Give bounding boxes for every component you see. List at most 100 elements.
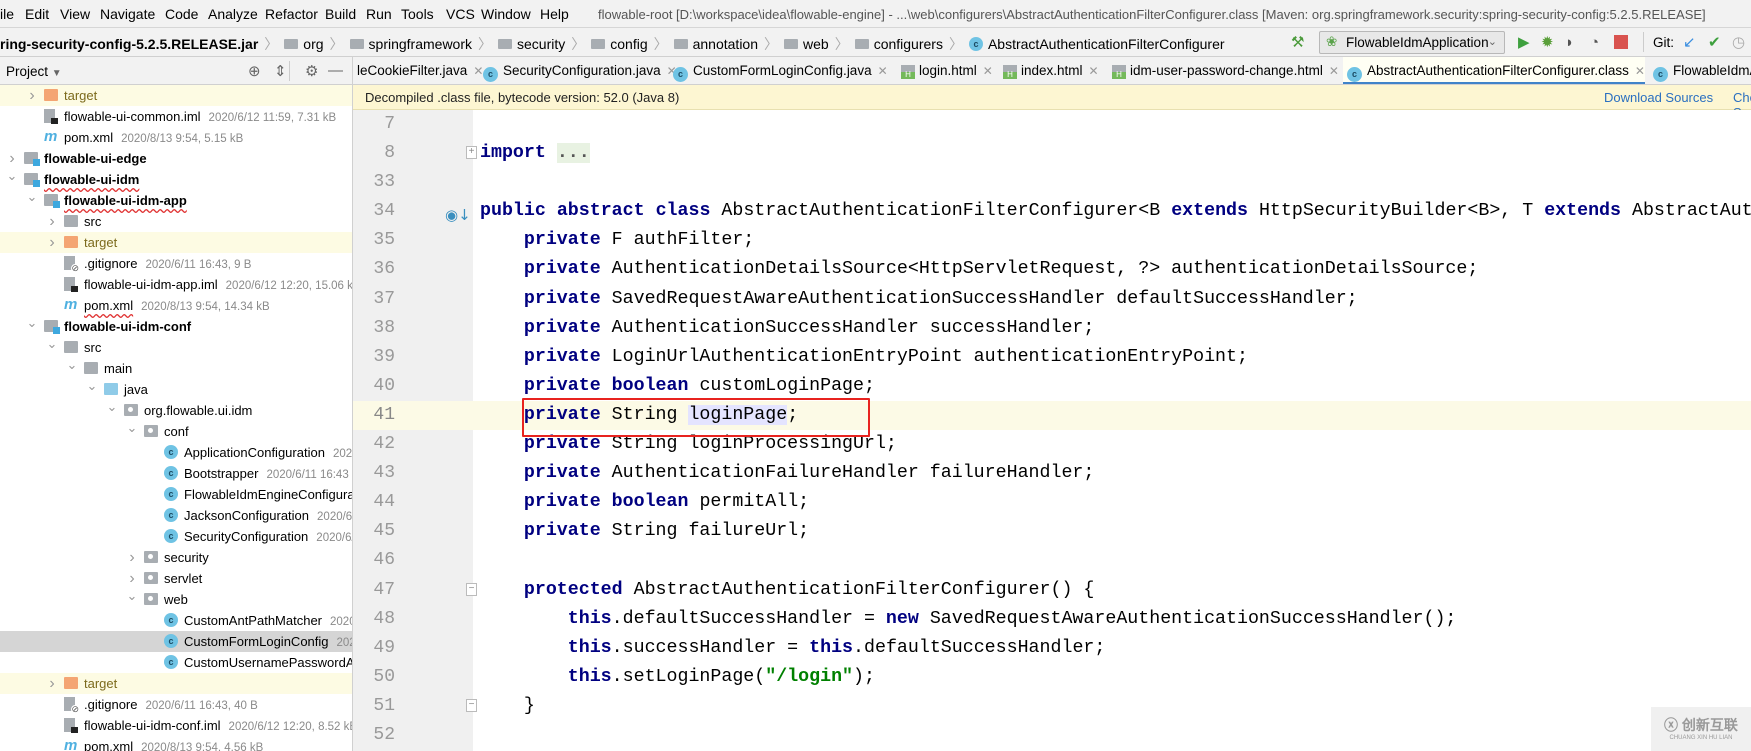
tree-item[interactable]: › target	[0, 673, 352, 694]
tab-customformloginconfig-java[interactable]: c CustomFormLoginConfig.java ✕	[669, 57, 888, 84]
chevron-right-icon[interactable]: ›	[46, 211, 58, 232]
tree-item[interactable]: ⌄ flowable-ui-idm	[0, 168, 352, 190]
profile-icon[interactable]: ◔	[1590, 34, 1599, 51]
gear-icon[interactable]: ⚙	[305, 62, 318, 80]
close-icon[interactable]: ✕	[983, 64, 993, 78]
breadcrumb-item[interactable]: 〉 annotation	[648, 34, 758, 54]
close-icon[interactable]: ✕	[1329, 64, 1339, 78]
tree-item[interactable]: c CustomUsernamePasswordAuthenticationFil…	[0, 652, 352, 673]
tree-item[interactable]: ⌄ org.flowable.ui.idm	[0, 399, 352, 421]
tree-item[interactable]: c ApplicationConfiguration 2020/6/11 16:43	[0, 442, 352, 463]
menu-tools[interactable]: Tools	[401, 6, 434, 22]
tree-item[interactable]: › target	[0, 85, 352, 106]
breadcrumb-item[interactable]: 〉 c AbstractAuthenticationFilterConfigurer	[943, 34, 1225, 54]
chevron-down-icon[interactable]: ⌄	[6, 165, 18, 186]
tree-item[interactable]: ⌄ web	[0, 588, 352, 610]
tree-item[interactable]: c FlowableIdmEngineConfiguration	[0, 484, 352, 505]
chevron-down-icon[interactable]: ⌄	[126, 585, 138, 606]
tree-item[interactable]: ⌄ flowable-ui-idm-app	[0, 189, 352, 211]
download-sources-link[interactable]: Download Sources	[1604, 90, 1713, 105]
locate-icon[interactable]: ⊕	[248, 62, 261, 80]
folded-imports[interactable]: ...	[556, 143, 590, 164]
tree-item[interactable]: › src	[0, 211, 352, 232]
chevron-down-icon[interactable]: ⌄	[66, 354, 78, 375]
chevron-down-icon[interactable]: ⌄	[86, 375, 98, 396]
tab-index-html[interactable]: Hindex.html ✕	[999, 57, 1099, 84]
hammer-icon[interactable]: ⚒	[1291, 34, 1304, 51]
run-icon[interactable]: ▶	[1518, 34, 1530, 51]
chevron-right-icon[interactable]: ›	[26, 85, 38, 106]
chevron-right-icon[interactable]: ›	[46, 232, 58, 253]
tree-item[interactable]: › target	[0, 232, 352, 253]
minimize-icon[interactable]: —	[328, 62, 343, 79]
tree-item[interactable]: ⌄ conf	[0, 420, 352, 442]
tree-item[interactable]: c SecurityConfiguration 2020/6/11 16:43	[0, 526, 352, 547]
chevron-right-icon[interactable]: ›	[126, 547, 138, 568]
close-icon[interactable]: ✕	[1089, 64, 1099, 78]
chevron-down-icon[interactable]: ⌄	[106, 396, 118, 417]
git-commit-icon[interactable]: ✔	[1708, 34, 1721, 51]
tab-abstractauthenticationfilterconfigurer-class[interactable]: c AbstractAuthenticationFilterConfigurer.…	[1343, 57, 1645, 84]
breadcrumb-item[interactable]: 〉 springframework	[324, 34, 472, 54]
tree-item[interactable]: › security	[0, 547, 352, 568]
tree-item[interactable]: c Bootstrapper 2020/6/11 16:43	[0, 463, 352, 484]
breadcrumb-item[interactable]: 〉 configurers	[829, 34, 943, 54]
coverage-icon[interactable]: ◗	[1565, 34, 1574, 51]
tree-item[interactable]: ⌄ src	[0, 336, 352, 358]
breadcrumb-item[interactable]: 〉 web	[758, 34, 829, 54]
tree-item[interactable]: ⌄ java	[0, 378, 352, 400]
close-icon[interactable]: ✕	[1635, 64, 1645, 78]
tree-item[interactable]: c CustomAntPathMatcher 2020/6/11 16:43	[0, 610, 352, 631]
tree-item[interactable]: .gitignore 2020/6/11 16:43, 40 B	[0, 694, 352, 715]
tab-idm-user-password-change-html[interactable]: Hidm-user-password-change.html ✕	[1108, 57, 1339, 84]
tree-item[interactable]: m pom.xml 2020/8/13 9:54, 14.34 kB	[0, 295, 352, 316]
breadcrumb-item[interactable]: 〉 config	[565, 34, 647, 54]
tree-item[interactable]: › flowable-ui-edge	[0, 148, 352, 169]
chevron-down-icon[interactable]: ⌄	[26, 186, 38, 207]
project-view-dropdown[interactable]: Project ▼	[6, 64, 62, 79]
menu-edit[interactable]: Edit	[25, 6, 49, 22]
menu-refactor[interactable]: Refactor	[265, 6, 318, 22]
tree-item[interactable]: c CustomFormLoginConfig 2020/6/11 16:43	[0, 631, 352, 652]
breadcrumb-item[interactable]: ring-security-config-5.2.5.RELEASE.jar	[0, 36, 258, 52]
tree-item[interactable]: m pom.xml 2020/8/13 9:54, 5.15 kB	[0, 127, 352, 148]
chevron-right-icon[interactable]: ›	[46, 673, 58, 694]
tree-item[interactable]: › servlet	[0, 568, 352, 589]
fold-collapse-icon[interactable]: −	[466, 582, 477, 596]
tree-item[interactable]: flowable-ui-common.iml 2020/6/12 11:59, 7…	[0, 106, 352, 127]
menu-navigate[interactable]: Navigate	[100, 6, 155, 22]
menu-run[interactable]: Run	[366, 6, 392, 22]
tab-lecookiefilter-java[interactable]: leCookieFilter.java ✕	[353, 57, 483, 84]
tree-item[interactable]: .gitignore 2020/6/11 16:43, 9 B	[0, 253, 352, 274]
tab-securityconfiguration-java[interactable]: c SecurityConfiguration.java ✕	[479, 57, 677, 84]
debug-icon[interactable]: ✹	[1541, 34, 1554, 51]
close-icon[interactable]: ✕	[878, 64, 888, 78]
tab-login-html[interactable]: Hlogin.html ✕	[897, 57, 993, 84]
tree-item[interactable]: flowable-ui-idm-app.iml 2020/6/12 12:20, …	[0, 274, 352, 295]
menu-ile[interactable]: ile	[0, 6, 14, 22]
tree-item[interactable]: flowable-ui-idm-conf.iml 2020/6/12 12:20,…	[0, 715, 352, 736]
run-config-dropdown[interactable]: ❀ FlowableIdmApplication ⌄	[1319, 31, 1505, 54]
menu-window[interactable]: Window	[481, 6, 531, 22]
tab-flowableidmapplication[interactable]: c FlowableIdmApplication	[1649, 57, 1751, 84]
history-icon[interactable]: ◷	[1732, 34, 1745, 51]
breadcrumb-item[interactable]: 〉 org	[258, 34, 323, 54]
fold-expand-icon[interactable]: +	[466, 146, 477, 160]
chevron-down-icon[interactable]: ⌄	[126, 417, 138, 438]
menu-build[interactable]: Build	[325, 6, 356, 22]
chevron-down-icon[interactable]: ⌄	[26, 312, 38, 333]
collapse-all-icon[interactable]: ⇕	[274, 62, 287, 80]
menu-help[interactable]: Help	[540, 6, 569, 22]
menu-view[interactable]: View	[60, 6, 90, 22]
tree-item[interactable]: ⌄ main	[0, 357, 352, 379]
fold-collapse-icon[interactable]: −	[466, 698, 477, 712]
breadcrumb-item[interactable]: 〉 security	[472, 34, 565, 54]
chevron-down-icon[interactable]: ⌄	[46, 333, 58, 354]
code-editor[interactable]: 7 8 + import ... 33 34 ◉↓ public abstract class…	[353, 110, 1751, 751]
stop-icon[interactable]	[1614, 35, 1628, 49]
menu-analyze[interactable]: Analyze	[208, 6, 258, 22]
tree-item[interactable]: c JacksonConfiguration 2020/6/11 16:43	[0, 505, 352, 526]
git-update-icon[interactable]: ↙	[1683, 34, 1696, 51]
tree-item[interactable]: m pom.xml 2020/8/13 9:54, 4.56 kB	[0, 736, 352, 751]
menu-code[interactable]: Code	[165, 6, 198, 22]
